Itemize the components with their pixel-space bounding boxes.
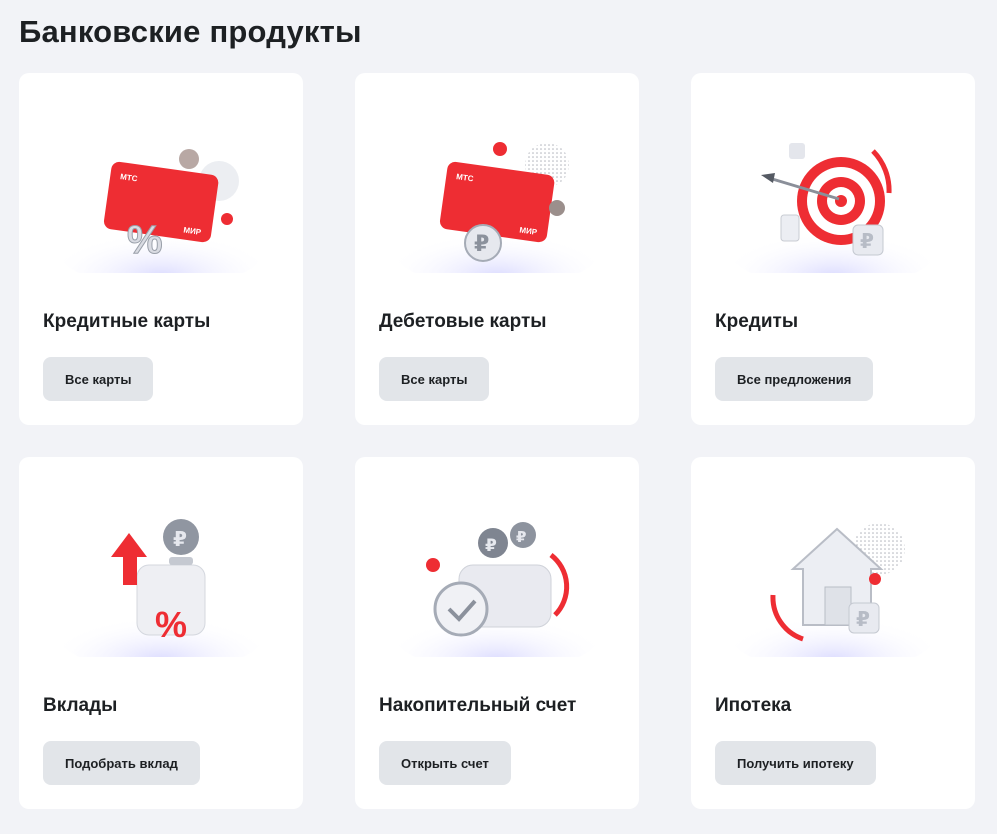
product-card-savings-account[interactable]: ₽ ₽ Накопительный счет Открыть счет xyxy=(355,457,639,809)
choose-deposit-button[interactable]: Подобрать вклад xyxy=(43,741,200,785)
product-card-loans[interactable]: ₽ Кредиты Все предложения xyxy=(691,73,975,425)
product-card-deposits[interactable]: ₽ % Вклады Подобрать вклад xyxy=(19,457,303,809)
page-title: Банковские продукты xyxy=(19,14,362,49)
all-offers-button[interactable]: Все предложения xyxy=(715,357,874,401)
card-title: Кредиты xyxy=(715,311,799,332)
all-credit-cards-button[interactable]: Все карты xyxy=(43,357,154,401)
wallet-checkmark-icon: ₽ ₽ xyxy=(395,507,599,657)
card-title: Дебетовые карты xyxy=(379,311,547,332)
card-title: Ипотека xyxy=(715,695,792,716)
product-card-mortgage[interactable]: ₽ Ипотека Получить ипотеку xyxy=(691,457,975,809)
target-ruble-icon: ₽ xyxy=(731,123,935,273)
credit-card-percent-icon: МТС МИР % xyxy=(59,123,263,273)
svg-text:%: % xyxy=(127,218,163,262)
svg-text:₽: ₽ xyxy=(516,528,526,546)
svg-text:₽: ₽ xyxy=(856,607,870,631)
svg-text:₽: ₽ xyxy=(860,229,874,253)
open-account-button[interactable]: Открыть счет xyxy=(379,741,511,785)
product-card-debit-cards[interactable]: МТС МИР ₽ Дебетовые карты Все карты xyxy=(355,73,639,425)
card-title: Накопительный счет xyxy=(379,695,577,716)
card-title: Кредитные карты xyxy=(43,311,211,332)
svg-text:₽: ₽ xyxy=(485,536,497,556)
get-mortgage-button[interactable]: Получить ипотеку xyxy=(715,741,876,785)
debit-card-ruble-icon: МТС МИР ₽ xyxy=(395,123,599,273)
svg-text:%: % xyxy=(155,604,187,645)
product-card-credit-cards[interactable]: МТС МИР % Кредитные карты Все карты xyxy=(19,73,303,425)
deposit-box-percent-icon: ₽ % xyxy=(59,507,263,657)
card-title: Вклады xyxy=(43,695,118,716)
svg-text:₽: ₽ xyxy=(474,232,489,257)
house-ruble-icon: ₽ xyxy=(731,507,935,657)
all-debit-cards-button[interactable]: Все карты xyxy=(379,357,490,401)
svg-text:₽: ₽ xyxy=(173,527,187,551)
